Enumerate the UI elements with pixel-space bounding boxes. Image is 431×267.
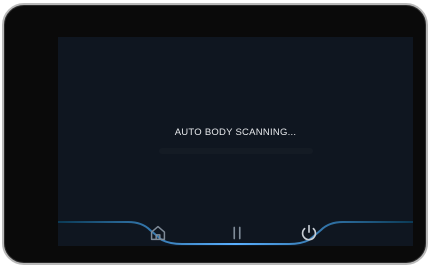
status-text: AUTO BODY SCANNING...	[174, 127, 297, 138]
power-button[interactable]	[298, 222, 320, 244]
progress-track	[159, 148, 313, 154]
bottom-control-bar	[58, 218, 413, 246]
home-icon	[150, 225, 166, 241]
device-bezel: AUTO BODY SCANNING...	[2, 3, 428, 265]
pause-button[interactable]	[226, 222, 248, 244]
power-icon	[301, 224, 317, 241]
pause-icon	[233, 226, 241, 240]
screen: AUTO BODY SCANNING...	[58, 37, 413, 246]
home-button[interactable]	[147, 222, 169, 244]
